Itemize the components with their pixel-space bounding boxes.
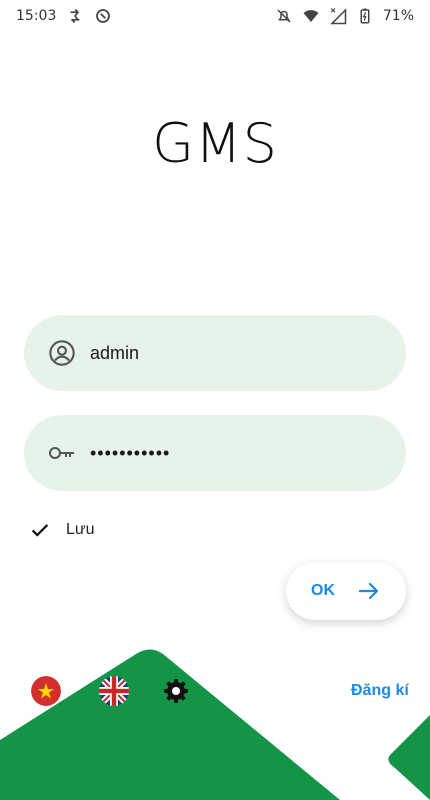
ok-button-label: OK <box>311 582 335 599</box>
password-field[interactable] <box>24 415 406 491</box>
settings-icon[interactable] <box>162 677 190 705</box>
vietnamese-flag-icon[interactable] <box>31 676 61 706</box>
ok-button[interactable]: OK <box>286 562 406 620</box>
username-field[interactable] <box>24 315 406 391</box>
battery-level: 71% <box>382 8 414 24</box>
uk-flag-icon[interactable] <box>99 676 129 706</box>
arrow-right-icon <box>357 579 381 603</box>
data-saver-icon <box>94 7 112 25</box>
username-input[interactable] <box>90 342 370 364</box>
password-input[interactable] <box>90 442 370 464</box>
remember-me-checkbox[interactable]: Lưu <box>28 518 95 542</box>
battery-icon <box>356 7 374 25</box>
app-title: GMS <box>152 112 278 175</box>
remember-me-label: Lưu <box>66 521 95 538</box>
key-icon <box>48 439 76 467</box>
do-not-disturb-icon <box>275 7 293 25</box>
decorative-green-shape <box>0 649 430 800</box>
check-icon <box>28 518 52 542</box>
account-circle-icon <box>48 339 76 367</box>
wifi-icon <box>302 7 320 25</box>
sync-icon <box>66 7 84 25</box>
register-link[interactable]: Đăng kí <box>351 682 409 700</box>
status-time: 15:03 <box>16 8 57 24</box>
signal-icon <box>329 7 347 25</box>
status-bar: 15:03 71% <box>0 0 430 32</box>
